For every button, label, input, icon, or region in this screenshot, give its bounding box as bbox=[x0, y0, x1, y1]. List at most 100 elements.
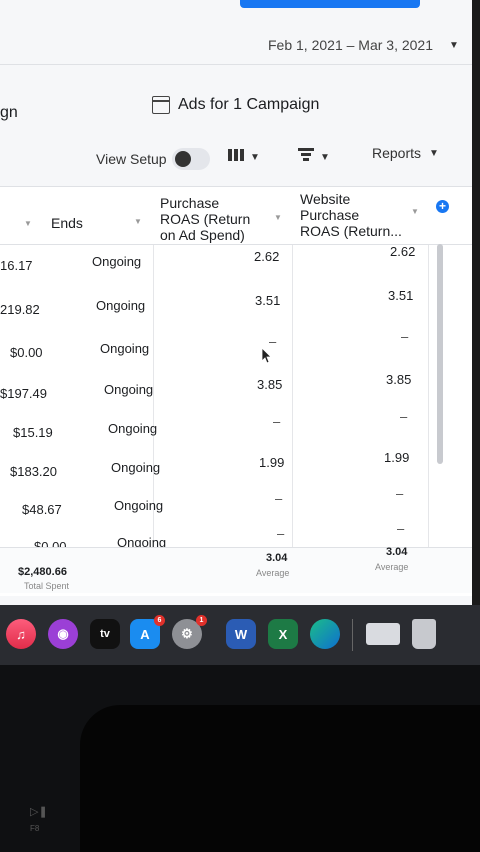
column-divider bbox=[292, 187, 293, 587]
breakdown-icon bbox=[298, 148, 314, 167]
sort-icon[interactable]: ▼ bbox=[24, 219, 32, 228]
sort-icon[interactable]: ▼ bbox=[411, 207, 419, 216]
purchase-roas-cell: – bbox=[273, 414, 281, 429]
sort-icon[interactable]: ▼ bbox=[134, 217, 142, 226]
web-roas-average-label: Average bbox=[375, 562, 409, 572]
view-setup-toggle[interactable] bbox=[172, 148, 210, 170]
f8-key-label: F8 bbox=[30, 824, 40, 833]
table-toolbar: View Setup ▼ ▼ Reports ▼ bbox=[0, 144, 472, 174]
monitor-bezel bbox=[472, 0, 480, 605]
ads-tab-label: Ads for 1 Campaign bbox=[178, 96, 320, 113]
shadow bbox=[80, 705, 480, 852]
header-line: Purchase bbox=[160, 195, 220, 211]
primary-action-bar[interactable] bbox=[240, 0, 420, 8]
date-range-picker[interactable]: Feb 1, 2021 – Mar 3, 2021 ▼ bbox=[268, 37, 459, 53]
purchase-roas-cell: – bbox=[277, 526, 285, 541]
ads-tab[interactable]: Ads for 1 Campaign bbox=[152, 96, 319, 114]
total-spent-label: Total Spent bbox=[24, 581, 70, 591]
app-store-icon[interactable]: A 6 bbox=[130, 615, 165, 649]
add-column-icon[interactable]: + bbox=[436, 200, 449, 213]
keyboard-area: ▷❚ F8 bbox=[0, 665, 480, 852]
screen: Feb 1, 2021 – Mar 3, 2021 ▼ gn Ads for 1… bbox=[0, 0, 480, 605]
window-icon bbox=[152, 96, 170, 114]
apple-tv-icon[interactable]: tv bbox=[90, 619, 120, 649]
website-roas-cell: – bbox=[397, 521, 405, 536]
column-divider bbox=[428, 187, 429, 587]
notification-badge: 6 bbox=[154, 615, 165, 626]
chevron-down-icon: ▼ bbox=[320, 152, 330, 163]
total-spent-value: $2,480.66 bbox=[18, 566, 67, 578]
column-header-website-roas[interactable]: Website Purchase ROAS (Return... bbox=[300, 191, 402, 239]
columns-icon bbox=[228, 148, 244, 167]
downloads-folder-icon[interactable] bbox=[366, 623, 400, 645]
totals-row: $2,480.66 Total Spent 3.04 Average 3.04 … bbox=[0, 546, 472, 593]
chevron-down-icon: ▼ bbox=[429, 147, 439, 159]
excel-label: X bbox=[278, 626, 288, 642]
music-icon[interactable]: ♫ bbox=[6, 619, 36, 649]
web-roas-average-value: 3.04 bbox=[386, 546, 408, 558]
chevron-down-icon: ▼ bbox=[449, 39, 459, 51]
roas-average-value: 3.04 bbox=[266, 552, 288, 564]
purchase-roas-cell: 2.62 bbox=[254, 249, 280, 264]
ends-cell: Ongoing bbox=[111, 460, 161, 475]
website-roas-cell: 1.99 bbox=[384, 450, 410, 465]
purchase-roas-cell: 3.51 bbox=[255, 293, 281, 308]
ends-cell: Ongoing bbox=[92, 254, 142, 269]
reports-label: Reports bbox=[372, 145, 422, 161]
header-line: ROAS (Return bbox=[160, 211, 251, 227]
chevron-down-icon: ▼ bbox=[250, 152, 260, 163]
excel-icon[interactable]: X bbox=[268, 619, 298, 649]
word-icon[interactable]: W bbox=[226, 619, 256, 649]
podcasts-icon[interactable]: ◉ bbox=[48, 619, 78, 649]
purchase-roas-cell: – bbox=[269, 334, 277, 349]
table-header: ▼ Ends ▼ Purchase ROAS (Return on Ad Spe… bbox=[0, 187, 472, 245]
trash-icon[interactable] bbox=[412, 619, 436, 649]
purchase-roas-cell: 1.99 bbox=[259, 455, 285, 470]
reports-button[interactable]: Reports ▼ bbox=[372, 145, 439, 161]
sort-icon[interactable]: ▼ bbox=[274, 213, 282, 222]
header-line: Website bbox=[300, 191, 351, 207]
website-roas-cell: – bbox=[396, 486, 404, 501]
amount-spent-cell: 16.17 bbox=[0, 258, 33, 273]
website-roas-cell: – bbox=[401, 329, 409, 344]
amount-spent-cell: $48.67 bbox=[22, 502, 62, 517]
f8-key: ▷❚ F8 bbox=[30, 806, 48, 833]
amount-spent-cell: $15.19 bbox=[13, 425, 53, 440]
apple-tv-label: tv bbox=[100, 628, 110, 640]
toggle-knob bbox=[175, 151, 191, 167]
purchase-roas-cell: 3.85 bbox=[257, 377, 283, 392]
purchase-roas-cell: – bbox=[275, 491, 283, 506]
notification-badge: 1 bbox=[196, 615, 207, 626]
column-header-purchase-roas[interactable]: Purchase ROAS (Return on Ad Spend) bbox=[160, 195, 250, 243]
ends-cell: Ongoing bbox=[114, 498, 164, 513]
header-line: ROAS (Return... bbox=[300, 223, 402, 239]
ends-cell: Ongoing bbox=[96, 298, 146, 313]
edge-browser-icon[interactable] bbox=[310, 619, 340, 649]
website-roas-cell: 3.85 bbox=[386, 372, 412, 387]
website-roas-cell: 2.62 bbox=[390, 244, 416, 259]
breakdown-button[interactable]: ▼ bbox=[298, 148, 330, 167]
ends-cell: Ongoing bbox=[104, 382, 154, 397]
columns-button[interactable]: ▼ bbox=[228, 148, 260, 167]
date-range-label: Feb 1, 2021 – Mar 3, 2021 bbox=[268, 37, 433, 53]
system-preferences-icon[interactable]: ⚙ 1 bbox=[172, 615, 207, 649]
view-setup-label: View Setup bbox=[96, 151, 167, 167]
mouse-cursor-icon bbox=[261, 347, 272, 369]
table-scrollbar[interactable] bbox=[437, 244, 443, 464]
website-roas-cell: 3.51 bbox=[388, 288, 414, 303]
roas-average-label: Average bbox=[256, 568, 290, 578]
amount-spent-cell: $197.49 bbox=[0, 386, 47, 401]
campaign-tab-label[interactable]: gn bbox=[0, 104, 18, 122]
ads-table: ▼ Ends ▼ Purchase ROAS (Return on Ad Spe… bbox=[0, 186, 472, 596]
ends-cell: Ongoing bbox=[108, 421, 158, 436]
divider bbox=[0, 64, 472, 65]
macos-dock: ♫ ◉ tv A 6 ⚙ 1 W X bbox=[0, 605, 480, 665]
header-line: on Ad Spend) bbox=[160, 227, 245, 243]
amount-spent-cell: $183.20 bbox=[10, 464, 57, 479]
amount-spent-cell: $0.00 bbox=[10, 345, 43, 360]
ends-cell: Ongoing bbox=[100, 341, 150, 356]
word-label: W bbox=[234, 626, 248, 642]
dock-separator bbox=[352, 619, 353, 651]
amount-spent-cell: 219.82 bbox=[0, 302, 40, 317]
column-header-ends[interactable]: Ends bbox=[51, 215, 83, 231]
